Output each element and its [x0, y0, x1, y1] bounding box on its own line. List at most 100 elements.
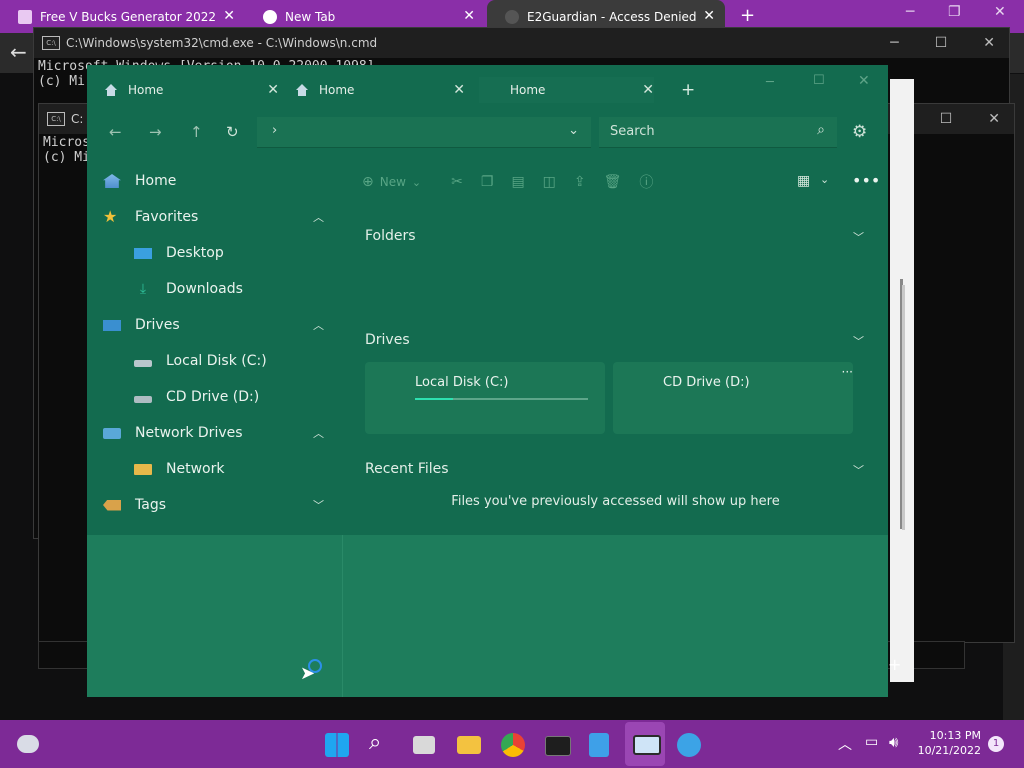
close-icon[interactable]: ✕	[703, 8, 715, 24]
sidebar-item-favorites[interactable]: ★ Favorites	[103, 205, 198, 229]
sidebar-item-cd-drive[interactable]: CD Drive (D:)	[134, 385, 259, 409]
delete-icon[interactable]: 🗑	[604, 174, 622, 190]
drive-card-local-disk[interactable]: Local Disk (C:)	[365, 362, 605, 434]
sidebar-item-network[interactable]: Network	[134, 457, 224, 481]
files-tab[interactable]: Home ✕	[295, 77, 465, 103]
minimize-button[interactable]: ─	[906, 4, 914, 20]
search-icon[interactable]: ⌕	[369, 730, 381, 755]
chevron-down-icon[interactable]: ﹀	[853, 333, 864, 349]
github-icon	[505, 9, 519, 24]
back-icon[interactable]: ←	[109, 123, 122, 141]
chevron-down-icon[interactable]: ﹀	[313, 497, 324, 513]
chevron-down-icon[interactable]: ﹀	[853, 462, 864, 478]
close-button[interactable]: ✕	[994, 4, 1006, 20]
home-icon	[295, 84, 309, 96]
file-explorer-icon[interactable]	[457, 736, 481, 754]
drives-section-header[interactable]: Drives	[365, 332, 410, 348]
rename-icon[interactable]: ◫	[543, 174, 556, 190]
minimize-button[interactable]: ─	[766, 75, 774, 90]
chevron-up-icon[interactable]: ︿	[313, 317, 324, 333]
forward-icon[interactable]: →	[149, 123, 162, 141]
sidebar-item-home[interactable]: Home	[103, 169, 176, 193]
cmd-titlebar[interactable]: C:\ C:\Windows\system32\cmd.exe - C:\Win…	[34, 28, 1009, 58]
files-tab-active[interactable]: Home ✕	[479, 77, 654, 103]
maximize-button[interactable]: ☐	[813, 73, 825, 88]
chrome-icon[interactable]	[501, 733, 525, 757]
new-tab-button[interactable]: +	[740, 5, 755, 26]
maximize-button[interactable]: ☐	[940, 111, 953, 127]
more-options-icon[interactable]: ···	[842, 365, 853, 379]
sidebar-item-drives[interactable]: Drives	[103, 313, 180, 337]
new-tab-button[interactable]: +	[681, 80, 695, 100]
sidebar-item-desktop[interactable]: Desktop	[134, 241, 224, 265]
drive-name: CD Drive (D:)	[663, 375, 750, 390]
up-icon[interactable]: ↑	[190, 123, 203, 141]
drive-usage-bar	[415, 398, 588, 400]
chevron-down-icon[interactable]: ﹀	[853, 229, 864, 245]
maximize-button[interactable]: ☐	[935, 35, 948, 51]
copy-icon[interactable]: ❐	[481, 174, 494, 190]
monitor-icon[interactable]	[633, 735, 661, 755]
plus-icon[interactable]: +	[888, 655, 901, 674]
gear-icon[interactable]: ⚙	[852, 122, 867, 142]
cmd-title: C:	[71, 112, 84, 126]
plus-circle-icon[interactable]: ⊕	[362, 174, 374, 190]
network-icon[interactable]: ▭	[865, 734, 878, 750]
weather-icon[interactable]	[17, 735, 39, 753]
close-icon[interactable]: ✕	[642, 82, 654, 98]
clock[interactable]: 10:13 PM 10/21/2022	[918, 728, 981, 758]
chevron-up-icon[interactable]: ︿	[313, 425, 324, 441]
chevron-down-icon[interactable]: ⌄	[412, 176, 421, 189]
chevron-up-icon[interactable]: ︿	[313, 209, 324, 225]
desktop-icon	[134, 247, 152, 259]
close-icon[interactable]: ✕	[223, 8, 235, 24]
files-window[interactable]: Home ✕ Home ✕ Home ✕ + ─ ☐ ✕ ← → ↑ ↻ › ⌄…	[87, 65, 905, 697]
sidebar-item-local-disk[interactable]: Local Disk (C:)	[134, 349, 267, 373]
sidebar-item-label: Desktop	[166, 245, 224, 261]
files-tab[interactable]: Home ✕	[104, 77, 279, 103]
close-button[interactable]: ✕	[983, 35, 995, 51]
task-view-icon[interactable]	[413, 736, 435, 754]
terminal-icon[interactable]	[545, 736, 571, 756]
sidebar-item-label: Favorites	[135, 209, 199, 225]
address-bar[interactable]: › ⌄	[257, 117, 591, 148]
search-input[interactable]: Search ⌕	[599, 117, 837, 148]
layout-icon[interactable]: ▦	[797, 173, 810, 189]
minimize-button[interactable]: ─	[890, 35, 898, 51]
browser-tab-title: Free V Bucks Generator 2022 - Ci	[40, 9, 220, 24]
volume-icon[interactable]: 🔊︎	[889, 733, 898, 751]
paste-icon[interactable]: ▤	[511, 174, 524, 190]
pane-divider[interactable]	[342, 535, 343, 697]
restore-button[interactable]: ❐	[948, 4, 961, 20]
share-icon[interactable]: ⇪	[574, 174, 586, 190]
info-icon[interactable]: ⓘ	[639, 172, 653, 192]
close-button[interactable]: ✕	[858, 73, 870, 89]
drive-card-cd-drive[interactable]: CD Drive (D:) ···	[613, 362, 853, 434]
new-button[interactable]: New	[380, 175, 406, 189]
start-icon[interactable]	[325, 733, 349, 757]
chevron-down-icon[interactable]: ⌄	[568, 123, 579, 138]
folders-section-header[interactable]: Folders	[365, 228, 416, 244]
sidebar-item-downloads[interactable]: ⤓ Downloads	[134, 277, 243, 301]
chevron-up-icon[interactable]: ︿	[838, 734, 852, 754]
close-icon[interactable]: ✕	[453, 82, 465, 98]
chevron-down-icon[interactable]: ⌄	[820, 173, 829, 186]
recent-files-section-header[interactable]: Recent Files	[365, 461, 449, 477]
globe-icon[interactable]	[677, 733, 701, 757]
close-icon[interactable]: ✕	[267, 82, 279, 98]
scrollbar[interactable]	[902, 285, 905, 530]
notification-badge[interactable]: 1	[988, 736, 1004, 752]
back-arrow-icon[interactable]: ←	[10, 40, 27, 64]
cmd-title: C:\Windows\system32\cmd.exe - C:\Windows…	[66, 36, 378, 50]
more-options-icon[interactable]: •••	[852, 171, 880, 190]
sidebar-item-network-drives[interactable]: Network Drives	[103, 421, 243, 445]
refresh-icon[interactable]: ↻	[226, 123, 239, 141]
sidebar-item-tags[interactable]: Tags	[103, 493, 166, 517]
clock-date: 10/21/2022	[917, 744, 981, 757]
notepad-icon[interactable]	[589, 733, 609, 757]
close-icon[interactable]: ✕	[463, 8, 475, 24]
home-icon	[104, 84, 118, 96]
sidebar-item-label: Network	[166, 461, 225, 477]
close-button[interactable]: ✕	[988, 111, 1000, 127]
cut-icon[interactable]: ✂	[451, 174, 463, 190]
